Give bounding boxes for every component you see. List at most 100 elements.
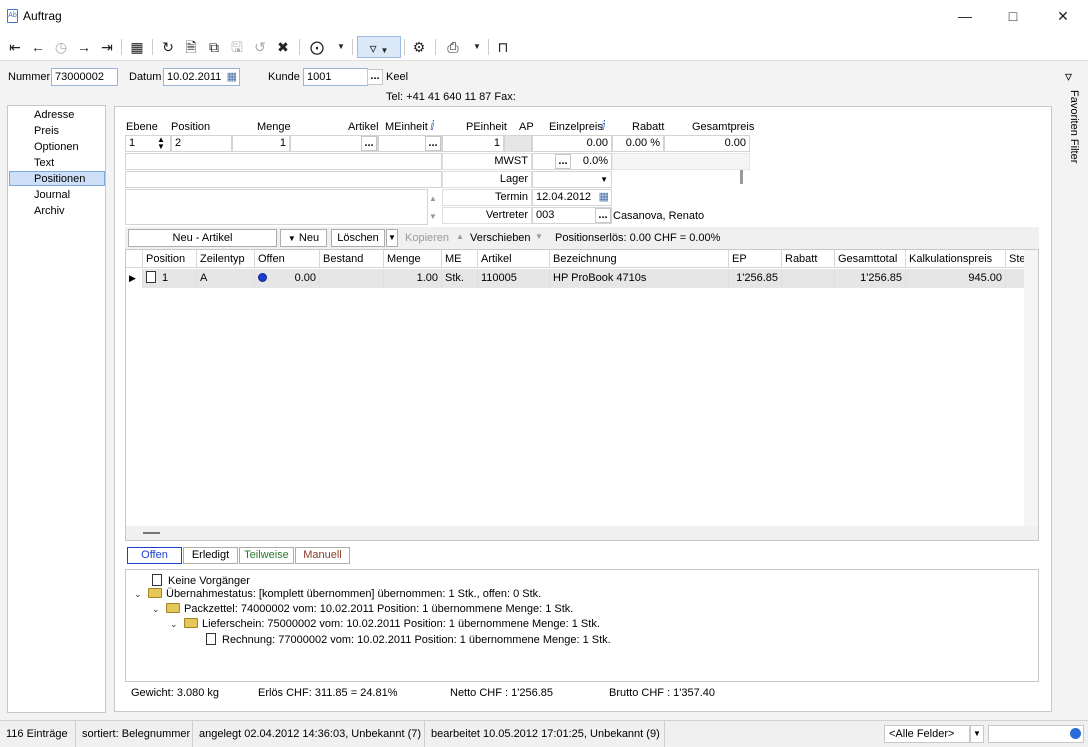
minimize-button[interactable]: — bbox=[942, 0, 988, 33]
pin-dropdown-icon[interactable]: ▼ bbox=[330, 36, 352, 58]
new-button[interactable]: ▼ Neu bbox=[280, 229, 327, 247]
nav-item-positionen[interactable]: Positionen bbox=[9, 171, 105, 186]
text-line-1[interactable] bbox=[125, 153, 442, 170]
position-field[interactable]: 2 bbox=[171, 135, 232, 152]
cell-me[interactable]: Stk. bbox=[442, 269, 478, 288]
menge-field[interactable]: 1 bbox=[232, 135, 290, 152]
info-icon[interactable]: ⅈ bbox=[601, 118, 606, 134]
gesamtpreis-field[interactable]: 0.00 bbox=[664, 135, 750, 152]
cell-ep[interactable]: 1'256.85 bbox=[729, 269, 782, 288]
settings-icon[interactable]: ⚙ bbox=[408, 36, 430, 58]
col-bezeichnung[interactable]: Bezeichnung bbox=[550, 250, 729, 268]
nav-item-optionen[interactable]: Optionen bbox=[9, 140, 105, 155]
scroll-thumb[interactable] bbox=[143, 532, 160, 534]
text-scroll-icon[interactable]: ▲ ▼ bbox=[429, 190, 437, 226]
tree-node[interactable]: Keine Vorgänger bbox=[152, 574, 250, 587]
col-rabatt[interactable]: Rabatt bbox=[782, 250, 835, 268]
cell-zeilentyp[interactable]: A bbox=[197, 269, 255, 288]
first-record-icon[interactable]: ⇤ bbox=[4, 36, 26, 58]
col-artikel[interactable]: Artikel bbox=[478, 250, 550, 268]
rabatt-field[interactable]: 0.00 % bbox=[612, 135, 664, 152]
filter-button[interactable]: ▿ ▼ bbox=[357, 36, 401, 58]
chevron-down-icon[interactable]: ▼ bbox=[600, 172, 608, 187]
calendar-icon[interactable]: ▦ bbox=[227, 69, 237, 85]
col-bestand[interactable]: Bestand bbox=[320, 250, 384, 268]
print-icon[interactable]: ⎙ bbox=[442, 36, 464, 58]
vertreter-lookup-button[interactable]: ... bbox=[595, 208, 611, 223]
vertreter-field[interactable]: 003 ... bbox=[532, 207, 612, 224]
move-down-icon[interactable]: ▼ bbox=[535, 232, 543, 241]
text-line-2[interactable] bbox=[125, 171, 442, 188]
favorites-filter-label[interactable]: Favoriten Filter bbox=[1068, 90, 1080, 163]
chevron-down-icon[interactable]: ▼ bbox=[970, 725, 984, 743]
tree-node[interactable]: Rechnung: 77000002 vom: 10.02.2011 Posit… bbox=[206, 633, 611, 646]
col-zeilentyp[interactable]: Zeilentyp bbox=[197, 250, 255, 268]
nav-item-text[interactable]: Text bbox=[9, 156, 105, 171]
col-gesamttotal[interactable]: Gesamttotal bbox=[835, 250, 906, 268]
info-icon[interactable]: ⅈ bbox=[430, 118, 435, 134]
kunde-lookup-button[interactable]: ... bbox=[367, 69, 383, 85]
chevron-down-icon[interactable]: ⌄ bbox=[134, 589, 148, 600]
tab-erledigt[interactable]: Erledigt bbox=[183, 547, 238, 564]
chevron-down-icon[interactable]: ⌄ bbox=[170, 619, 184, 630]
last-record-icon[interactable]: ⇥ bbox=[96, 36, 118, 58]
peinheit-field[interactable]: 1 bbox=[442, 135, 504, 152]
cell-offen[interactable]: 0.00 bbox=[255, 269, 320, 288]
table-row[interactable]: 1 bbox=[143, 269, 197, 288]
copy-icon[interactable]: ⧉ bbox=[203, 36, 225, 58]
move-button[interactable]: Verschieben bbox=[470, 232, 531, 244]
close-button[interactable]: ✕ bbox=[1040, 0, 1086, 33]
previous-record-icon[interactable]: ← bbox=[27, 36, 49, 58]
new-document-icon[interactable]: 🗎 bbox=[180, 36, 202, 58]
history-icon[interactable]: ◷ bbox=[50, 36, 72, 58]
new-article-button[interactable]: Neu - Artikel bbox=[128, 229, 277, 247]
cell-bezeichnung[interactable]: HP ProBook 4710s bbox=[550, 269, 729, 288]
cell-menge[interactable]: 1.00 bbox=[384, 269, 442, 288]
filter-icon[interactable]: ▿ bbox=[1065, 68, 1072, 85]
delete-document-icon[interactable]: ✖ bbox=[272, 36, 294, 58]
pin-icon[interactable]: ⨀ bbox=[306, 36, 328, 58]
grid-horizontal-scrollbar[interactable] bbox=[126, 526, 1038, 540]
search-input[interactable] bbox=[988, 725, 1084, 743]
search-icon[interactable] bbox=[1070, 728, 1081, 739]
cell-ste[interactable] bbox=[1006, 269, 1026, 288]
save-icon[interactable]: 🖫 bbox=[226, 36, 248, 58]
nav-item-journal[interactable]: Journal bbox=[9, 188, 105, 203]
tree-node[interactable]: ⌄ Übernahmestatus: [komplett übernommen] … bbox=[134, 588, 541, 600]
tab-teilweise[interactable]: Teilweise bbox=[239, 547, 294, 564]
table-view-icon[interactable]: ▦ bbox=[126, 36, 148, 58]
tab-manuell[interactable]: Manuell bbox=[295, 547, 350, 564]
field-filter-select[interactable]: <Alle Felder> bbox=[884, 725, 970, 743]
ebene-spinner-icon[interactable]: ▲ ▼ bbox=[157, 136, 165, 151]
maximize-button[interactable]: □ bbox=[990, 0, 1036, 33]
artikel-lookup-button[interactable]: ... bbox=[361, 136, 377, 151]
cell-bestand[interactable] bbox=[320, 269, 384, 288]
cell-gesamttotal[interactable]: 1'256.85 bbox=[835, 269, 906, 288]
nummer-field[interactable]: 73000002 bbox=[51, 68, 118, 86]
nav-item-preis[interactable]: Preis bbox=[9, 124, 105, 139]
termin-field[interactable]: 12.04.2012 ▦ bbox=[532, 189, 612, 206]
text-area[interactable] bbox=[125, 189, 428, 225]
einzelpreis-field[interactable]: 0.00 bbox=[532, 135, 612, 152]
calendar-icon[interactable]: ▦ bbox=[599, 190, 609, 205]
move-up-icon[interactable]: ▲ bbox=[456, 232, 464, 241]
tree-node[interactable]: ⌄ Lieferschein: 75000002 vom: 10.02.2011 … bbox=[170, 618, 600, 630]
col-ste[interactable]: Ste bbox=[1006, 250, 1026, 268]
col-me[interactable]: ME bbox=[442, 250, 478, 268]
mwst-field[interactable]: ... 0.0% bbox=[532, 153, 612, 170]
chevron-down-icon[interactable]: ⌄ bbox=[152, 604, 166, 615]
tree-node[interactable]: ⌄ Packzettel: 74000002 vom: 10.02.2011 Po… bbox=[152, 603, 573, 615]
grid-scroll-track[interactable] bbox=[1024, 250, 1038, 526]
meinheit-lookup-button[interactable]: ... bbox=[425, 136, 441, 151]
col-kalkulationspreis[interactable]: Kalkulationspreis bbox=[906, 250, 1006, 268]
detail-scrollbar[interactable] bbox=[740, 170, 743, 184]
mwst-lookup-button[interactable]: ... bbox=[555, 154, 571, 169]
lager-select[interactable]: ▼ bbox=[532, 171, 612, 188]
cell-rabatt[interactable] bbox=[782, 269, 835, 288]
nav-item-archiv[interactable]: Archiv bbox=[9, 204, 105, 219]
tab-offen[interactable]: Offen bbox=[127, 547, 182, 564]
col-position[interactable]: Position bbox=[143, 250, 197, 268]
kunde-field[interactable]: 1001 bbox=[303, 68, 368, 86]
delete-button[interactable]: Löschen bbox=[331, 229, 385, 247]
cell-artikel[interactable]: 110005 bbox=[478, 269, 550, 288]
